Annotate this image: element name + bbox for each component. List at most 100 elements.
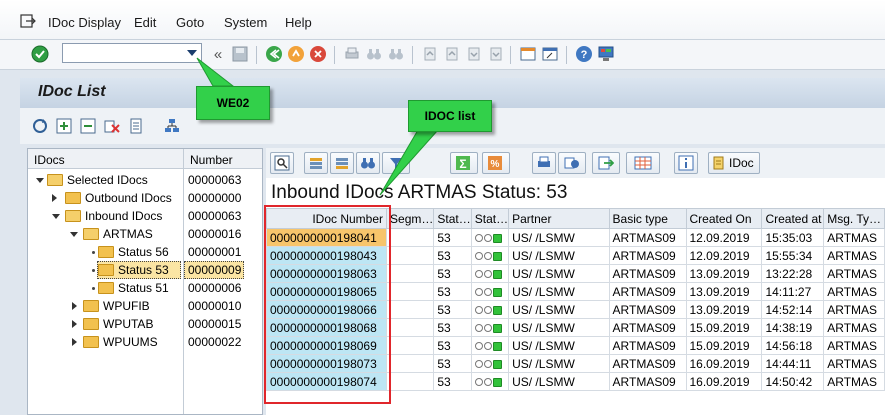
back-icon[interactable] xyxy=(264,44,284,64)
print-icon[interactable] xyxy=(342,44,362,64)
created-on-cell: 16.09.2019 xyxy=(685,372,763,391)
sort-descending-button[interactable] xyxy=(330,152,354,174)
created-at-cell: 15:35:03 xyxy=(761,228,825,247)
column-header-segment[interactable]: Segm… xyxy=(386,208,435,229)
status-cell: 53 xyxy=(433,372,472,391)
led-off-icon xyxy=(483,342,492,351)
menu-idoc-display[interactable]: IDoc Display xyxy=(48,15,121,30)
export-button[interactable] xyxy=(592,152,620,174)
tree-node-wputab[interactable]: WPUTAB 00000015 xyxy=(28,315,262,333)
command-field[interactable] xyxy=(62,43,202,63)
layout-button[interactable] xyxy=(626,152,660,174)
partner-cell: US/ /LSMW xyxy=(508,246,610,265)
column-header-status[interactable]: Stat… xyxy=(433,208,472,229)
create-session-icon[interactable] xyxy=(518,44,538,64)
partner-cell: US/ /LSMW xyxy=(508,318,610,337)
filter-button[interactable] xyxy=(382,152,410,174)
refresh-icon[interactable] xyxy=(30,116,50,136)
views-button[interactable] xyxy=(558,152,586,174)
expand-arrow-icon[interactable] xyxy=(72,338,77,346)
layout-menu-icon[interactable] xyxy=(596,44,616,64)
last-page-icon[interactable] xyxy=(486,44,506,64)
structure-icon[interactable] xyxy=(162,116,182,136)
separator xyxy=(256,46,257,64)
column-header-message-type[interactable]: Msg. Ty… xyxy=(823,208,885,229)
status-cell: 53 xyxy=(433,282,472,301)
shortcut-icon[interactable] xyxy=(540,44,560,64)
expand-arrow-icon[interactable] xyxy=(52,214,60,219)
basic-type-cell: ARTMAS09 xyxy=(608,282,687,301)
find-button[interactable] xyxy=(356,152,380,174)
created-on-cell: 13.09.2019 xyxy=(685,282,763,301)
help-icon[interactable]: ? xyxy=(574,44,594,64)
status-light-cell xyxy=(470,282,510,301)
collapse-tree-icon[interactable] xyxy=(78,116,98,136)
print-preview-button[interactable] xyxy=(532,152,556,174)
idoc-button[interactable]: IDoc xyxy=(708,152,760,174)
find-icon[interactable] xyxy=(364,44,384,64)
tree-node-artmas[interactable]: ARTMAS 00000016 xyxy=(28,225,262,243)
magnifier-icon xyxy=(274,155,290,171)
tree-column-number: Number xyxy=(190,153,233,167)
tree-node-outbound-idocs[interactable]: Outbound IDocs 00000000 xyxy=(28,189,262,207)
expand-arrow-icon[interactable] xyxy=(70,232,78,237)
tree-node-status-53[interactable]: Status 53 00000009 xyxy=(28,261,262,279)
created-at-cell: 14:50:42 xyxy=(761,372,825,391)
information-button[interactable] xyxy=(674,152,698,174)
led-off-icon xyxy=(483,360,492,369)
sort-ascending-icon xyxy=(310,158,322,169)
status-light-cell xyxy=(470,336,510,355)
led-off-icon xyxy=(474,306,483,315)
document-icon[interactable] xyxy=(126,116,146,136)
partner-cell: US/ /LSMW xyxy=(508,264,610,283)
menu-system[interactable]: System xyxy=(224,15,267,30)
column-header-basic-type[interactable]: Basic type xyxy=(608,208,687,229)
expand-icon[interactable] xyxy=(54,116,74,136)
column-header-created-on[interactable]: Created On xyxy=(685,208,763,229)
tree-node-status-56[interactable]: Status 56 00000001 xyxy=(28,243,262,261)
column-header-partner[interactable]: Partner xyxy=(508,208,610,229)
tree-node-selected-idocs[interactable]: Selected IDocs 00000063 xyxy=(28,171,262,189)
cancel-icon[interactable] xyxy=(308,44,328,64)
message-type-cell: ARTMAS xyxy=(823,246,885,265)
led-off-icon xyxy=(483,306,492,315)
subtotal-button[interactable]: % xyxy=(482,152,510,174)
delete-icon[interactable] xyxy=(102,116,122,136)
find-next-icon[interactable] xyxy=(386,44,406,64)
leaf-dot-icon xyxy=(92,251,95,254)
previous-page-icon[interactable] xyxy=(442,44,462,64)
led-off-icon xyxy=(483,288,492,297)
expand-arrow-icon[interactable] xyxy=(72,302,77,310)
exit-nav-icon[interactable] xyxy=(286,44,306,64)
expand-arrow-icon[interactable] xyxy=(52,194,57,202)
created-at-cell: 14:11:27 xyxy=(761,282,825,301)
tree-column-idocs: IDocs xyxy=(34,153,65,167)
tree-node-wpuums[interactable]: WPUUMS 00000022 xyxy=(28,333,262,351)
first-page-icon[interactable] xyxy=(420,44,440,64)
collapse-icon[interactable]: « xyxy=(208,44,228,64)
column-header-status-icon[interactable]: Stat… xyxy=(470,208,510,229)
tree-node-wpufib[interactable]: WPUFIB 00000010 xyxy=(28,297,262,315)
folder-icon xyxy=(83,336,99,348)
tree-node-inbound-idocs[interactable]: Inbound IDocs 00000063 xyxy=(28,207,262,225)
menu-goto[interactable]: Goto xyxy=(176,15,204,30)
save-icon[interactable] xyxy=(230,44,250,64)
details-button[interactable] xyxy=(270,152,294,174)
tree-node-count: 00000016 xyxy=(188,227,242,241)
status-cell: 53 xyxy=(433,228,472,247)
tree-node-status-51[interactable]: Status 51 00000006 xyxy=(28,279,262,297)
partner-cell: US/ /LSMW xyxy=(508,372,610,391)
chevron-down-icon[interactable] xyxy=(187,50,197,56)
sort-ascending-button[interactable] xyxy=(304,152,328,174)
menu-edit[interactable]: Edit xyxy=(134,15,156,30)
menu-help[interactable]: Help xyxy=(285,15,312,30)
next-page-icon[interactable] xyxy=(464,44,484,64)
expand-arrow-icon[interactable] xyxy=(36,178,44,183)
exit-icon[interactable] xyxy=(20,14,36,28)
expand-arrow-icon[interactable] xyxy=(72,320,77,328)
column-header-created-at[interactable]: Created at xyxy=(761,208,825,229)
leaf-dot-icon xyxy=(92,269,95,272)
total-button[interactable]: Σ xyxy=(450,152,478,174)
folder-open-icon xyxy=(65,210,81,222)
enter-icon[interactable] xyxy=(30,44,50,64)
